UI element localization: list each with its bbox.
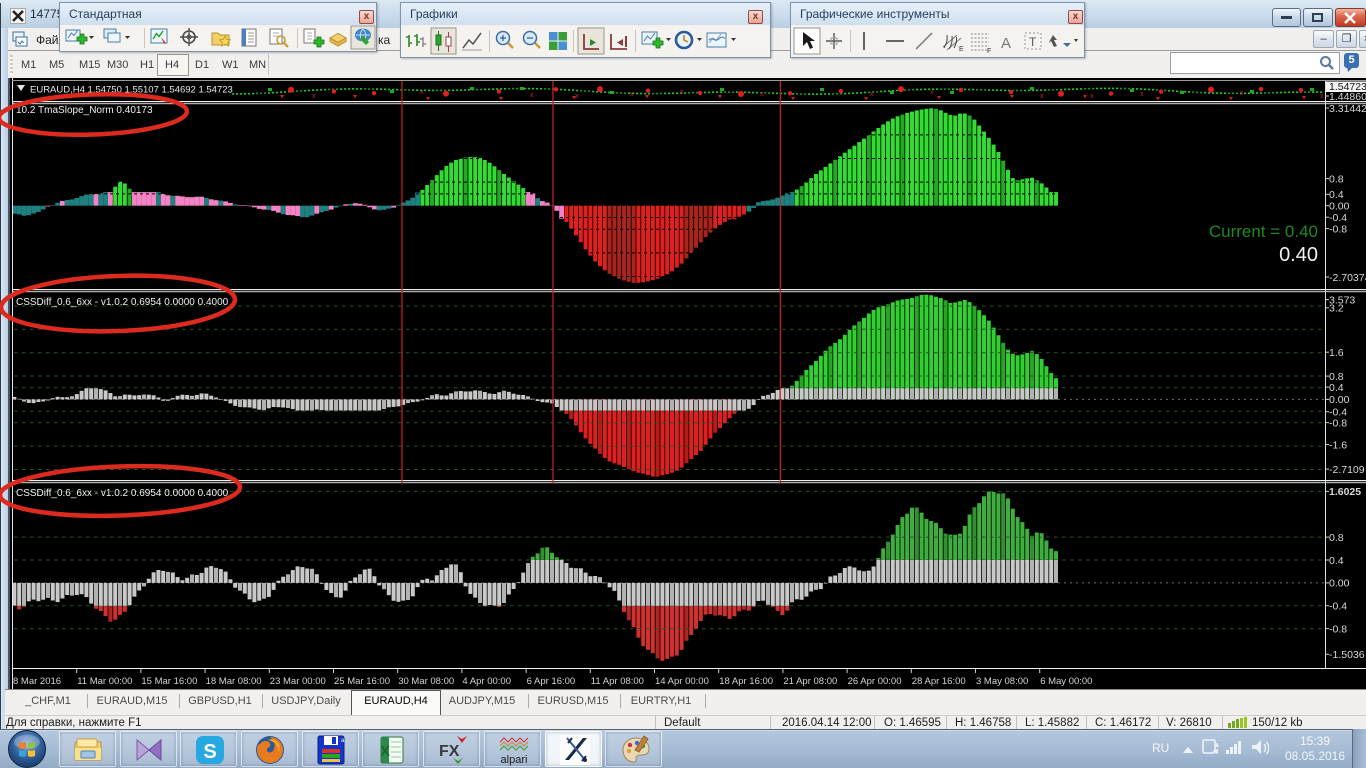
svg-text:6 Apr 16:00: 6 Apr 16:00 — [527, 676, 576, 687]
svg-text:0.4: 0.4 — [1329, 555, 1344, 567]
svg-text:15 Mar 16:00: 15 Mar 16:00 — [141, 676, 197, 687]
svg-text:FX: FX — [439, 743, 460, 760]
svg-text:0.40: 0.40 — [1279, 244, 1318, 266]
svg-text:Current = 0.40: Current = 0.40 — [1209, 222, 1318, 241]
svg-text:3.2: 3.2 — [1329, 303, 1344, 315]
svg-text:E: E — [959, 46, 964, 53]
svg-text:11 Mar 00:00: 11 Mar 00:00 — [77, 676, 132, 687]
svg-text:0.00: 0.00 — [1329, 578, 1350, 590]
svg-text:x: x — [630, 91, 634, 98]
svg-text:x: x — [1090, 93, 1094, 100]
svg-text:-1.6: -1.6 — [1329, 439, 1347, 451]
svg-text:F: F — [987, 48, 991, 55]
svg-text:0.8: 0.8 — [1329, 173, 1344, 185]
svg-text:-0.4: -0.4 — [1329, 212, 1347, 224]
svg-text:10.2 TmaSlope_Norm 0.40173: 10.2 TmaSlope_Norm 0.40173 — [16, 105, 153, 116]
svg-text:0.00: 0.00 — [1329, 394, 1350, 406]
svg-text:x: x — [930, 89, 934, 96]
svg-text:x: x — [420, 89, 424, 96]
svg-text:A: A — [1001, 35, 1011, 52]
svg-text:T: T — [1029, 35, 1037, 49]
svg-text:0.8: 0.8 — [1329, 532, 1344, 544]
svg-text:0.00: 0.00 — [1329, 201, 1350, 213]
svg-text:11 Apr 08:00: 11 Apr 08:00 — [591, 676, 644, 687]
svg-text:CSSDiff_0.6_6xx - v1.0.2 0.695: CSSDiff_0.6_6xx - v1.0.2 0.6954 0.0000 0… — [16, 488, 229, 499]
svg-text:x: x — [760, 91, 764, 98]
svg-text:1.6: 1.6 — [1329, 347, 1344, 359]
svg-text:1.6025: 1.6025 — [1329, 486, 1361, 498]
svg-text:-0.8: -0.8 — [1329, 223, 1347, 235]
svg-text:CSSDiff_0.6_6xx - v1.0.2 0.695: CSSDiff_0.6_6xx - v1.0.2 0.6954 0.0000 0… — [16, 297, 229, 308]
svg-text:x: x — [1140, 91, 1144, 98]
svg-text:0.4: 0.4 — [1329, 382, 1344, 394]
svg-text:alpari: alpari — [501, 754, 528, 766]
svg-text:0.4: 0.4 — [1329, 189, 1344, 201]
svg-text:25 Mar 16:00: 25 Mar 16:00 — [334, 676, 390, 687]
svg-text:30 Mar 08:00: 30 Mar 08:00 — [398, 676, 454, 687]
svg-text:-2.70374: -2.70374 — [1329, 272, 1366, 284]
svg-text:-0.4: -0.4 — [1329, 601, 1347, 613]
svg-text:x: x — [1040, 93, 1044, 100]
svg-text:-0.8: -0.8 — [1329, 417, 1347, 429]
svg-text:28 Apr 16:00: 28 Apr 16:00 — [912, 676, 966, 687]
svg-text:6 May 00:00: 6 May 00:00 — [1040, 676, 1092, 687]
svg-text:14 Apr 00:00: 14 Apr 00:00 — [655, 676, 709, 687]
svg-text:3 May 08:00: 3 May 08:00 — [976, 676, 1028, 687]
svg-text:x: x — [312, 93, 316, 100]
svg-text:21 Apr 08:00: 21 Apr 08:00 — [783, 676, 837, 687]
svg-text:x: x — [1240, 90, 1244, 97]
svg-text:-1.5036: -1.5036 — [1329, 649, 1365, 661]
svg-text:X: X — [380, 743, 390, 760]
svg-text:-2.7109: -2.7109 — [1329, 464, 1365, 476]
svg-text:26 Apr 00:00: 26 Apr 00:00 — [848, 676, 902, 687]
svg-text:x: x — [530, 92, 534, 99]
svg-text:x: x — [870, 91, 874, 98]
svg-text:8 Mar 2016: 8 Mar 2016 — [13, 676, 61, 687]
svg-text:18 Apr 16:00: 18 Apr 16:00 — [719, 676, 773, 687]
svg-text:18 Mar 08:00: 18 Mar 08:00 — [206, 676, 262, 687]
svg-text:x: x — [1320, 93, 1324, 100]
svg-text:x: x — [680, 89, 684, 96]
svg-text:3.31442: 3.31442 — [1329, 103, 1366, 115]
svg-text:-0.8: -0.8 — [1329, 623, 1347, 635]
svg-text:S: S — [203, 741, 216, 763]
svg-text:4 Apr 00:00: 4 Apr 00:00 — [462, 676, 511, 687]
svg-text:23 Mar 00:00: 23 Mar 00:00 — [270, 676, 326, 687]
